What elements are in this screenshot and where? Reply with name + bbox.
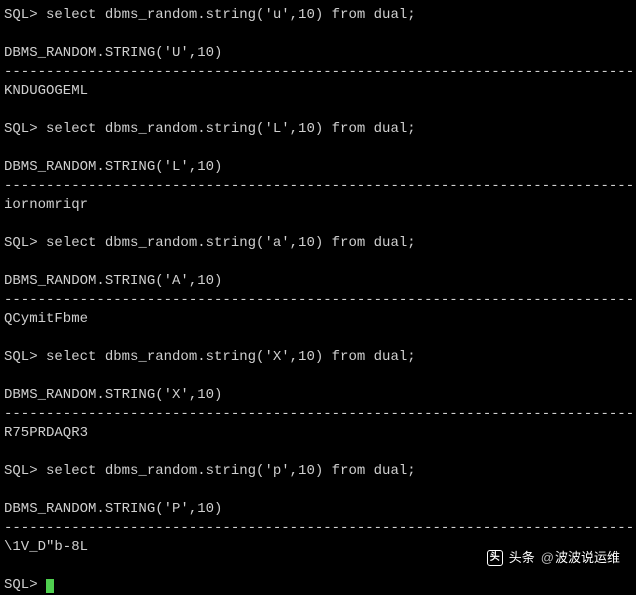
footer-label: 头条	[509, 549, 535, 567]
sql-query-line: SQL> select dbms_random.string('u',10) f…	[4, 6, 632, 25]
sql-prompt-active[interactable]: SQL>	[4, 576, 632, 595]
blank-line	[4, 253, 632, 272]
divider-line: ----------------------------------------…	[4, 405, 632, 424]
cursor-block	[46, 579, 54, 593]
blank-line	[4, 101, 632, 120]
sql-query-line: SQL> select dbms_random.string('L',10) f…	[4, 120, 632, 139]
result-value: QCymitFbme	[4, 310, 632, 329]
footer-user: 波波说运维	[555, 550, 620, 565]
result-value: iornomriqr	[4, 196, 632, 215]
result-value: R75PRDAQR3	[4, 424, 632, 443]
divider-line: ----------------------------------------…	[4, 291, 632, 310]
result-header: DBMS_RANDOM.STRING('U',10)	[4, 44, 632, 63]
sql-query-line: SQL> select dbms_random.string('X',10) f…	[4, 348, 632, 367]
blank-line	[4, 139, 632, 158]
footer-at: @	[541, 550, 554, 565]
result-value: KNDUGOGEML	[4, 82, 632, 101]
divider-line: ----------------------------------------…	[4, 63, 632, 82]
blank-line	[4, 443, 632, 462]
blank-line	[4, 481, 632, 500]
result-header: DBMS_RANDOM.STRING('A',10)	[4, 272, 632, 291]
result-header: DBMS_RANDOM.STRING('L',10)	[4, 158, 632, 177]
divider-line: ----------------------------------------…	[4, 177, 632, 196]
blank-line	[4, 215, 632, 234]
terminal-output: SQL> select dbms_random.string('u',10) f…	[4, 6, 632, 595]
blank-line	[4, 367, 632, 386]
result-header: DBMS_RANDOM.STRING('P',10)	[4, 500, 632, 519]
blank-line	[4, 25, 632, 44]
divider-line: ----------------------------------------…	[4, 519, 632, 538]
sql-query-line: SQL> select dbms_random.string('p',10) f…	[4, 462, 632, 481]
watermark-footer: 头 头条 @波波说运维	[487, 549, 620, 567]
toutiao-icon: 头	[487, 550, 503, 566]
sql-query-line: SQL> select dbms_random.string('a',10) f…	[4, 234, 632, 253]
blank-line	[4, 329, 632, 348]
result-header: DBMS_RANDOM.STRING('X',10)	[4, 386, 632, 405]
